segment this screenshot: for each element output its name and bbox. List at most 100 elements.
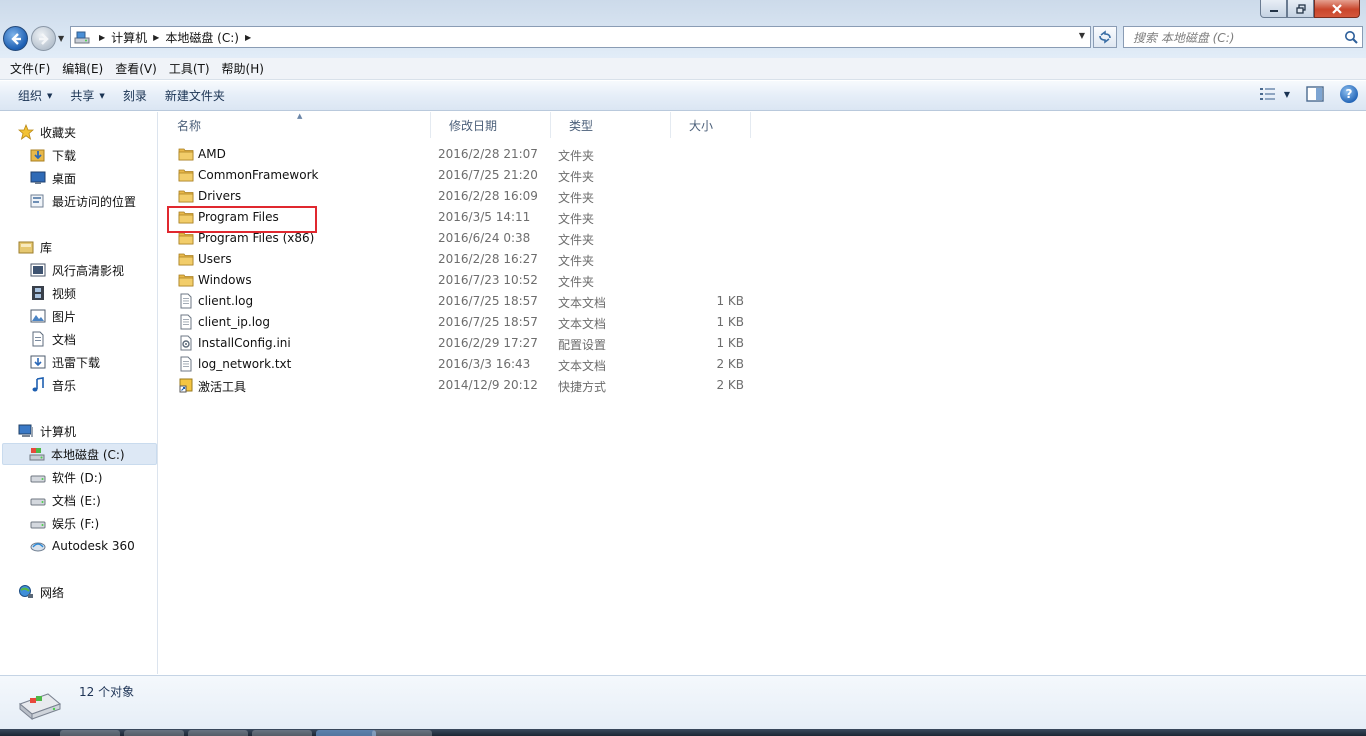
text-file-icon [178,356,194,372]
arrow-left-icon [10,32,21,45]
forward-button[interactable] [31,26,56,51]
file-row[interactable]: CommonFramework 2016/7/25 21:20 文件夹 [159,165,759,186]
network-icon [19,585,33,598]
crumb-separator[interactable]: ▶ [93,33,111,42]
refresh-button[interactable] [1093,26,1117,48]
nav-lib-music[interactable]: 音乐 [30,374,76,396]
search-icon[interactable] [1344,30,1358,44]
system-drive-icon [29,448,45,461]
column-header-size[interactable]: 大小 [671,112,751,138]
highlight-annotation-box [167,206,317,233]
nav-lib-docs[interactable]: 文档 [30,328,76,350]
file-size: 1 KB [716,294,744,308]
computer-drive-icon [71,27,93,47]
recent-pages-dropdown[interactable]: ▼ [58,34,64,43]
taskbar-button[interactable] [372,730,432,736]
close-icon [1332,3,1342,14]
column-type-label: 类型 [569,118,594,133]
nav-lib-xunlei[interactable]: 迅雷下载 [30,351,100,373]
recent-places-icon [30,194,44,208]
menu-tools[interactable]: 工具(T) [163,60,216,77]
share-label: 共享 [70,89,95,103]
organize-button[interactable]: 组织 ▼ [9,87,61,104]
nav-favorites[interactable]: 收藏夹 [18,121,76,143]
nav-computer[interactable]: 计算机 [18,420,76,442]
file-row[interactable]: Windows 2016/7/23 10:52 文件夹 [159,270,759,291]
nav-lib-fengxing-label: 风行高清影视 [52,263,125,278]
navigation-pane: 收藏夹 下载 桌面 最近访问的位置 库 风行高清影视 视频 图片 文档 迅雷下载… [0,112,158,674]
nav-lib-music-label: 音乐 [52,378,77,393]
nav-drive-d[interactable]: 软件 (D:) [30,466,102,488]
nav-network[interactable]: 网络 [18,581,64,603]
nav-recent-places[interactable]: 最近访问的位置 [30,190,136,212]
taskbar-button[interactable] [124,730,184,736]
file-type: 文本文档 [558,359,607,373]
folder-icon [178,251,194,267]
preview-pane-icon[interactable] [1306,86,1324,102]
file-row[interactable]: client_ip.log 2016/7/25 18:57 文本文档 1 KB [159,312,759,333]
share-button[interactable]: 共享 ▼ [61,87,113,104]
help-icon[interactable]: ? [1340,85,1358,103]
menu-help[interactable]: 帮助(H) [216,60,270,77]
column-header-type[interactable]: 类型 [551,112,671,138]
address-bar[interactable]: ▶ 计算机 ▶ 本地磁盘 (C:) ▶ ▼ [70,26,1091,48]
nav-lib-pictures[interactable]: 图片 [30,305,76,327]
nav-autodesk[interactable]: Autodesk 360 [30,535,135,557]
taskbar-button[interactable] [252,730,312,736]
nav-lib-pictures-label: 图片 [52,309,77,324]
search-input[interactable]: 搜索 本地磁盘 (C:) [1123,26,1363,48]
crumb-separator[interactable]: ▶ [147,33,165,42]
taskbar-button[interactable] [188,730,248,736]
nav-lib-fengxing[interactable]: 风行高清影视 [30,259,124,281]
breadcrumb-drive-c[interactable]: 本地磁盘 (C:) [165,29,239,46]
file-row[interactable]: Users 2016/2/28 16:27 文件夹 [159,249,759,270]
burn-button[interactable]: 刻录 [114,87,156,104]
column-header-name[interactable]: 名称 ▲ [159,112,431,138]
nav-libraries[interactable]: 库 [18,236,52,258]
menu-edit[interactable]: 编辑(E) [56,60,109,77]
nav-drive-f[interactable]: 娱乐 (F:) [30,512,99,534]
breadcrumb-computer[interactable]: 计算机 [111,29,147,46]
file-row[interactable]: 激活工具 2014/12/9 20:12 快捷方式 2 KB [159,375,759,396]
minimize-button[interactable] [1260,0,1287,18]
file-row[interactable]: client.log 2016/7/25 18:57 文本文档 1 KB [159,291,759,312]
file-date: 2016/2/28 16:27 [438,252,538,266]
file-row[interactable]: InstallConfig.ini 2016/2/29 17:27 配置设置 1 KB [159,333,759,354]
file-date: 2016/6/24 0:38 [438,231,531,245]
hard-drive-icon [30,521,46,529]
file-size: 2 KB [716,357,744,371]
system-drive-icon [19,693,61,720]
file-type: 文本文档 [558,317,607,331]
file-row[interactable]: log_network.txt 2016/3/3 16:43 文本文档 2 KB [159,354,759,375]
nav-drive-d-label: 软件 (D:) [52,470,103,485]
address-history-dropdown[interactable]: ▼ [1079,31,1085,40]
change-view-button[interactable]: ▼ [1259,87,1290,101]
file-name: Windows [198,273,252,287]
nav-drive-c[interactable]: 本地磁盘 (C:) [2,443,157,465]
file-row[interactable]: AMD 2016/2/28 21:07 文件夹 [159,144,759,165]
file-row[interactable]: Drivers 2016/2/28 16:09 文件夹 [159,186,759,207]
nav-drive-e[interactable]: 文档 (E:) [30,489,101,511]
file-size: 1 KB [716,315,744,329]
close-button[interactable] [1314,0,1360,18]
file-date: 2016/3/3 16:43 [438,357,531,371]
nav-desktop[interactable]: 桌面 [30,167,76,189]
menu-file[interactable]: 文件(F) [4,60,56,77]
explorer-window: ▼ ▶ 计算机 ▶ 本地磁盘 (C:) ▶ ▼ 搜索 本地磁盘 (C:) 文件(… [0,0,1366,729]
crumb-separator[interactable]: ▶ [239,33,257,42]
file-type: 文件夹 [558,233,595,247]
column-header-date[interactable]: 修改日期 [431,112,551,138]
taskbar-button[interactable] [60,730,120,736]
nav-favorites-label: 收藏夹 [40,125,77,140]
back-button[interactable] [3,26,28,51]
object-count: 12 个对象 [79,685,135,699]
new-folder-button[interactable]: 新建文件夹 [156,87,234,104]
nav-lib-video[interactable]: 视频 [30,282,76,304]
menu-view[interactable]: 查看(V) [109,60,163,77]
taskbar-button-active[interactable] [316,730,376,736]
refresh-icon [1099,30,1111,44]
maximize-button[interactable] [1287,0,1314,18]
nav-downloads[interactable]: 下载 [30,144,76,166]
file-date: 2016/2/29 17:27 [438,336,538,350]
nav-autodesk-label: Autodesk 360 [52,539,135,553]
